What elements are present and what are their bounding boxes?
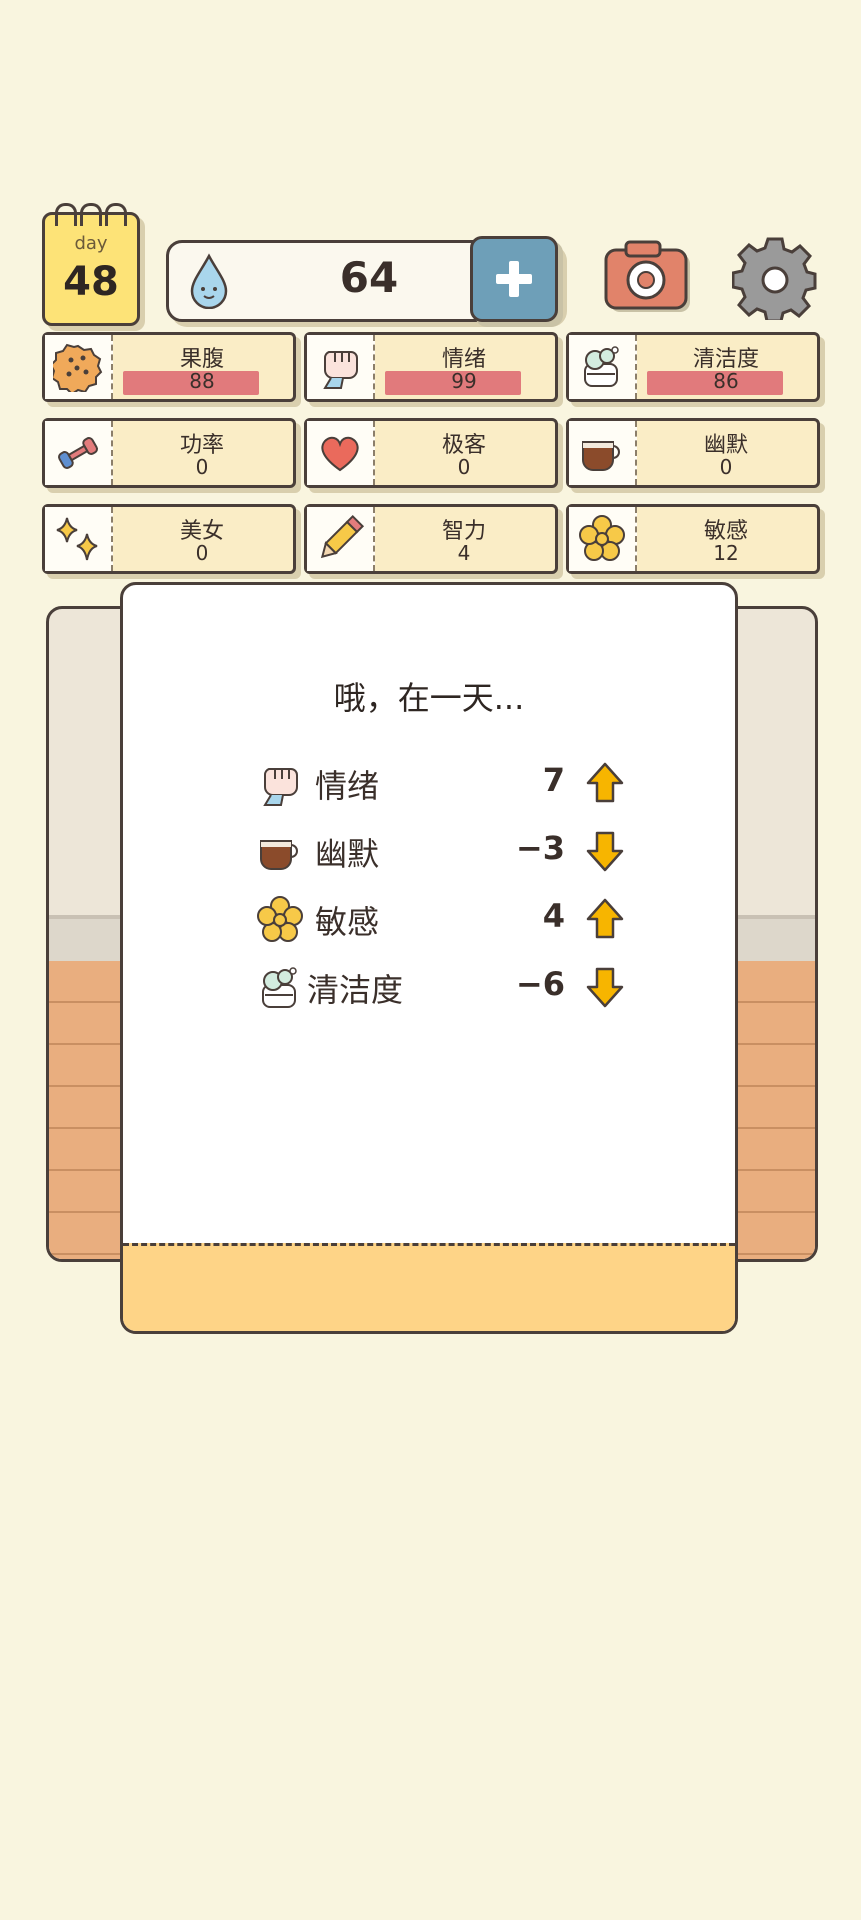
pencil-icon [320, 514, 365, 559]
change-row-cleanliness: 清洁度 −6 [255, 959, 655, 1015]
calendar-day-number: 48 [63, 259, 119, 305]
soap-icon [262, 967, 297, 1008]
stat-card-humor: 幽默 0 [566, 418, 820, 488]
stat-card-intelligence: 智力 4 [304, 504, 558, 574]
stat-value: 99 [451, 369, 477, 393]
stat-icon-box [569, 335, 637, 399]
stat-card-sensitivity: 敏感 12 [566, 504, 820, 574]
stat-card-geek: 极客 0 [304, 418, 558, 488]
change-row-humor: 幽默 −3 [255, 823, 655, 879]
change-name: 情绪 [315, 767, 380, 805]
water-drop-icon [190, 253, 228, 309]
stat-icon-box [45, 335, 113, 399]
change-delta: 4 [542, 897, 565, 935]
flower-icon [579, 515, 625, 561]
arrow-down-icon [586, 831, 624, 872]
change-name: 清洁度 [307, 971, 404, 1009]
calendar-rings [55, 203, 127, 226]
dialog-title: 哦，在一天... [333, 679, 525, 717]
stat-icon-box [45, 507, 113, 571]
calendar-day-label: day [74, 233, 108, 254]
dialog-footer[interactable] [123, 1243, 735, 1331]
plus-icon [496, 261, 532, 297]
stat-card-cleanliness: 清洁度 86 [566, 332, 820, 402]
stat-icon-box [307, 507, 375, 571]
change-name: 幽默 [315, 835, 380, 873]
stat-card-beauty: 美女 0 [42, 504, 296, 574]
change-delta: −3 [515, 829, 565, 867]
stat-icon-box [307, 335, 375, 399]
stat-value: 86 [713, 369, 739, 393]
gear-icon [732, 237, 817, 320]
add-water-button[interactable] [470, 236, 558, 322]
stat-card-fullness: 果腹 88 [42, 332, 296, 402]
stat-card-power: 功率 0 [42, 418, 296, 488]
change-row-sensitivity: 敏感 4 [255, 891, 655, 947]
change-row-mood: 情绪 7 [255, 755, 655, 811]
stat-value: 4 [457, 541, 471, 565]
dumbbell-icon [58, 437, 98, 469]
fist-icon [323, 351, 358, 389]
arrow-up-icon [586, 898, 624, 939]
heart-icon [321, 436, 359, 472]
water-amount: 64 [339, 253, 399, 302]
sparkle-icon [56, 517, 98, 561]
stat-value: 12 [713, 541, 739, 565]
camera-button[interactable] [604, 240, 694, 316]
stat-value: 88 [189, 369, 215, 393]
change-name: 敏感 [315, 903, 380, 941]
stat-card-mood: 情绪 99 [304, 332, 558, 402]
cookie-icon [53, 343, 103, 392]
calendar-ring [55, 203, 77, 226]
calendar-ring [80, 203, 102, 226]
stat-icon-box [307, 421, 375, 485]
day-calendar: day 48 [42, 203, 140, 326]
stat-value: 0 [719, 455, 733, 479]
arrow-up-icon [586, 762, 624, 803]
calendar-ring [105, 203, 127, 226]
change-delta: −6 [515, 965, 565, 1003]
coffee-cup-icon [260, 840, 298, 870]
soap-icon [584, 346, 619, 387]
arrow-down-icon [586, 967, 624, 1008]
fist-icon [263, 768, 298, 806]
coffee-cup-icon [582, 441, 620, 471]
stat-value: 0 [195, 455, 209, 479]
stat-icon-box [569, 421, 637, 485]
stat-icon-box [569, 507, 637, 571]
daily-summary-dialog[interactable]: 哦，在一天... 情绪 7 幽默 −3 敏感 4 清洁度 −6 [120, 582, 738, 1334]
settings-button[interactable] [732, 234, 818, 320]
stat-value: 0 [195, 541, 209, 565]
stat-value: 0 [457, 455, 471, 479]
change-delta: 7 [542, 761, 565, 799]
stat-icon-box [45, 421, 113, 485]
flower-icon [257, 896, 303, 942]
